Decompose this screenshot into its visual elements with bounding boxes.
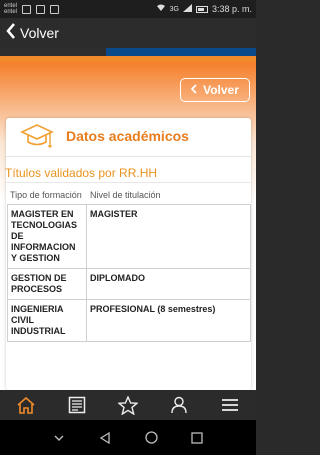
clock: 3:38 p. m. xyxy=(211,4,252,14)
cell-nivel: DIPLOMADO xyxy=(86,268,251,300)
card-header: Datos académicos xyxy=(6,118,251,154)
app-bar-back[interactable]: Volver xyxy=(6,23,59,43)
menu-icon[interactable] xyxy=(217,394,243,416)
home-icon[interactable] xyxy=(13,394,39,416)
header-stripe xyxy=(0,48,256,62)
chevron-down-icon[interactable] xyxy=(52,431,66,445)
profile-icon[interactable] xyxy=(166,394,192,416)
carrier-labels: entel entel xyxy=(4,3,17,15)
column-header-nivel: Nivel de titulación xyxy=(90,190,161,200)
chevron-left-icon xyxy=(6,23,16,43)
bottom-nav xyxy=(0,390,256,420)
star-icon[interactable] xyxy=(115,394,141,416)
table-row: MAGISTER EN TECNOLOGIAS DE INFORMACION Y… xyxy=(7,204,251,269)
battery-icon xyxy=(195,5,208,13)
status-right: 3G 3:38 p. m. xyxy=(156,4,252,14)
table-row: INGENIERIA CIVIL INDUSTRIAL PROFESIONAL … xyxy=(7,299,251,342)
carrier-bottom: entel xyxy=(4,9,18,15)
table-row: GESTION DE PROCESOS DIPLOMADO xyxy=(7,268,251,300)
status-bar: entel entel 3G 3:38 p. m. xyxy=(0,0,256,18)
image-icon xyxy=(36,4,46,14)
cell-tipo: MAGISTER EN TECNOLOGIAS DE INFORMACION Y… xyxy=(7,204,87,269)
graduation-cap-icon xyxy=(20,122,54,152)
card-title: Datos académicos xyxy=(66,128,189,144)
cell-nivel: MAGISTER xyxy=(86,204,251,269)
network-type: 3G xyxy=(169,5,179,13)
wifi-icon xyxy=(156,4,166,14)
cell-tipo: GESTION DE PROCESOS xyxy=(7,268,87,300)
app-bar: Volver xyxy=(0,18,256,48)
recents-square-icon[interactable] xyxy=(190,431,204,445)
signal-icon xyxy=(182,4,192,14)
home-circle-icon[interactable] xyxy=(144,431,158,445)
chevron-left-icon xyxy=(190,83,197,97)
volver-button[interactable]: Volver xyxy=(180,78,250,102)
subtitle-divider xyxy=(6,182,251,183)
status-left: entel entel xyxy=(4,3,60,15)
cell-tipo: INGENIERIA CIVIL INDUSTRIAL xyxy=(7,299,87,342)
column-header-tipo: Tipo de formación xyxy=(10,190,82,200)
app-bar-back-label: Volver xyxy=(20,25,59,41)
cell-nivel: PROFESIONAL (8 semestres) xyxy=(86,299,251,342)
notification-icon xyxy=(22,4,32,14)
back-triangle-icon[interactable] xyxy=(98,431,112,445)
section-subtitle: Títulos validados por RR.HH xyxy=(5,166,158,180)
mail-icon xyxy=(50,4,60,14)
degrees-table: MAGISTER EN TECNOLOGIAS DE INFORMACION Y… xyxy=(7,204,251,342)
content-area: Volver Datos académicos Títulos validado… xyxy=(0,62,256,390)
news-icon[interactable] xyxy=(64,394,90,416)
card-divider xyxy=(6,156,251,157)
volver-button-label: Volver xyxy=(203,83,239,97)
system-nav xyxy=(0,420,256,455)
